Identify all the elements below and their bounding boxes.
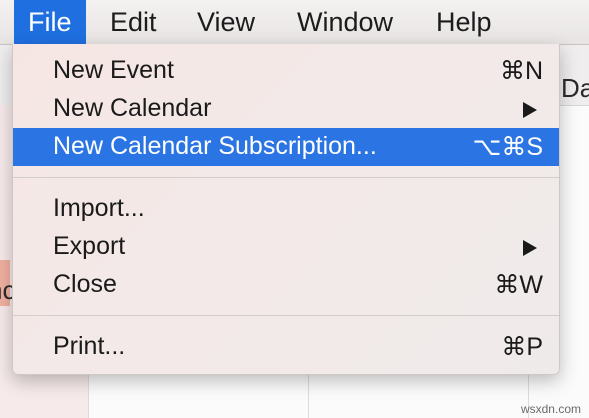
menu-item-new-calendar-subscription[interactable]: New Calendar Subscription... ⌥⌘S (13, 128, 559, 166)
menu-separator (13, 177, 559, 178)
menu-window[interactable]: Window (283, 0, 407, 44)
menu-bar: File Edit View Window Help (0, 0, 589, 45)
day-view-button[interactable]: Day (556, 73, 589, 104)
shortcut-label: ⌘N (499, 57, 543, 85)
menu-item-label: Print... (53, 332, 126, 360)
menu-item-label: New Calendar (53, 94, 212, 122)
shortcut-label: ⌘P (501, 333, 543, 361)
menu-item-print[interactable]: Print... ⌘P (13, 328, 559, 366)
menu-item-label: Export (53, 232, 126, 260)
menu-separator (13, 315, 559, 316)
submenu-arrow-icon (523, 240, 537, 256)
menu-item-close[interactable]: Close ⌘W (13, 266, 559, 304)
shortcut-label: ⌘W (494, 271, 543, 299)
menu-item-label: Import... (53, 194, 145, 222)
menu-item-import[interactable]: Import... (13, 190, 559, 228)
menu-item-new-event[interactable]: New Event ⌘N (13, 52, 559, 90)
submenu-arrow-icon (523, 102, 537, 118)
menu-file[interactable]: File (14, 0, 86, 44)
file-menu-dropdown: New Event ⌘N New Calendar New Calendar S… (12, 44, 560, 375)
menu-help[interactable]: Help (422, 0, 506, 44)
menu-item-new-calendar[interactable]: New Calendar (13, 90, 559, 128)
menu-item-export[interactable]: Export (13, 228, 559, 266)
menu-view[interactable]: View (183, 0, 269, 44)
menu-item-label: New Event (53, 56, 174, 84)
menu-item-label: New Calendar Subscription... (53, 132, 377, 160)
shortcut-label: ⌥⌘S (472, 133, 543, 161)
watermark: wsxdn.com (520, 402, 581, 416)
menu-edit[interactable]: Edit (96, 0, 171, 44)
menu-item-label: Close (53, 270, 117, 298)
